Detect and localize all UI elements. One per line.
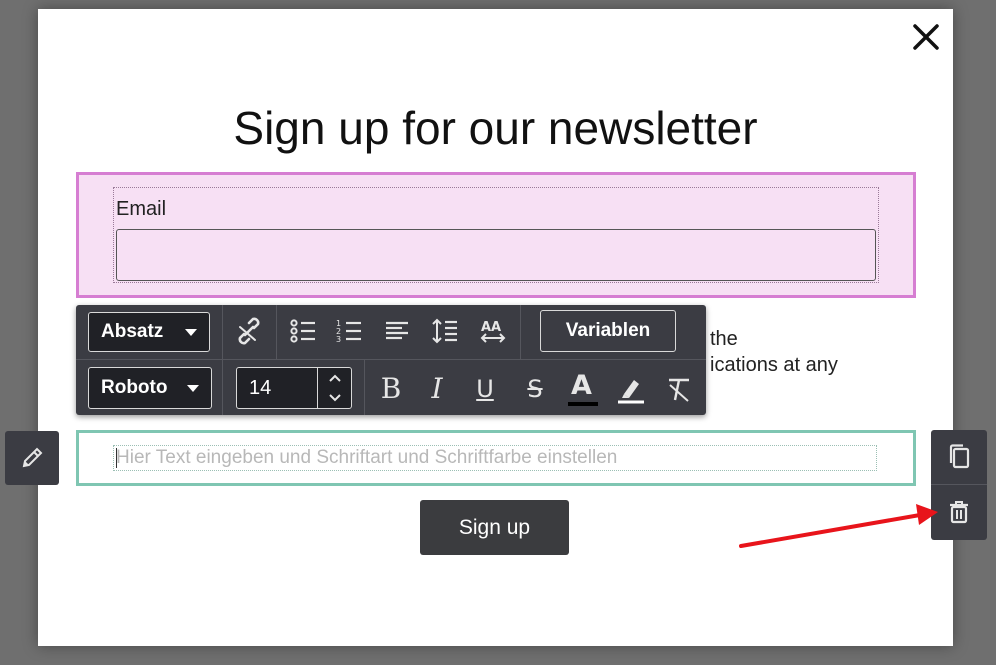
numbered-list-icon: 1 2 3 xyxy=(336,319,361,344)
font-size-control xyxy=(236,367,352,409)
email-label: Email xyxy=(116,198,167,220)
text-block[interactable] xyxy=(76,430,916,486)
bulleted-list-button[interactable] xyxy=(286,314,320,348)
chevron-up-icon xyxy=(329,374,341,382)
close-button[interactable] xyxy=(911,22,941,52)
text-color-icon: A xyxy=(566,370,600,406)
font-family-select[interactable]: Roboto xyxy=(88,367,212,409)
text-color-button[interactable]: A xyxy=(566,370,600,406)
consent-line-2: ications at any xyxy=(710,354,838,376)
toolbar-divider xyxy=(520,305,521,359)
text-input[interactable] xyxy=(114,446,876,470)
highlight-button[interactable] xyxy=(614,372,648,406)
clear-format-icon xyxy=(669,378,689,402)
chevron-down-icon xyxy=(185,329,197,336)
chevron-down-icon xyxy=(187,385,199,392)
font-family-value: Roboto xyxy=(101,377,168,398)
consent-text: the ications at any xyxy=(710,326,910,378)
chevron-down-icon xyxy=(329,394,341,402)
block-actions xyxy=(931,430,987,540)
text-field-wrapper xyxy=(113,445,877,471)
line-height-button[interactable] xyxy=(428,314,462,348)
email-field[interactable] xyxy=(116,229,876,281)
toolbar-divider xyxy=(276,305,277,359)
strikethrough-icon: S xyxy=(527,375,543,403)
toolbar-divider xyxy=(364,359,365,415)
font-size-stepper[interactable] xyxy=(317,368,352,408)
clear-format-button[interactable] xyxy=(662,372,696,406)
variables-button[interactable]: Variablen xyxy=(540,310,676,352)
email-field-wrapper: Email xyxy=(113,187,879,283)
numbered-list-button[interactable]: 1 2 3 xyxy=(332,314,366,348)
email-form-block[interactable]: Email xyxy=(76,172,916,298)
underline-icon: U xyxy=(476,375,494,403)
bulleted-list-icon xyxy=(290,319,315,343)
delete-block-button[interactable] xyxy=(931,485,987,539)
align-left-button[interactable] xyxy=(380,314,414,348)
toolbar-divider xyxy=(222,359,223,415)
letter-spacing-icon: AA xyxy=(480,320,506,343)
letter-spacing-button[interactable]: AA xyxy=(476,314,510,348)
font-size-input[interactable] xyxy=(237,368,317,408)
text-cursor xyxy=(116,448,117,468)
italic-icon: I xyxy=(431,372,443,405)
unlink-button[interactable] xyxy=(232,314,266,348)
text-color-swatch xyxy=(568,402,598,406)
paragraph-format-value: Absatz xyxy=(101,321,164,342)
svg-text:AA: AA xyxy=(481,320,501,335)
duplicate-block-button[interactable] xyxy=(931,430,987,484)
pencil-icon xyxy=(22,447,43,468)
svg-text:3: 3 xyxy=(336,335,341,344)
italic-button[interactable]: I xyxy=(420,372,454,406)
edit-block-button[interactable] xyxy=(5,431,59,485)
bold-button[interactable]: B xyxy=(374,372,408,406)
consent-line-1: the xyxy=(710,328,738,350)
sign-up-button[interactable]: Sign up xyxy=(420,500,569,555)
unlink-icon xyxy=(238,317,260,345)
text-color-glyph: A xyxy=(571,370,592,401)
align-left-icon xyxy=(386,321,408,340)
toolbar-divider xyxy=(222,305,223,359)
underline-button[interactable]: U xyxy=(468,372,502,406)
trash-icon xyxy=(950,501,968,524)
bold-icon: B xyxy=(380,372,402,405)
toolbar-row-divider xyxy=(76,359,706,360)
paragraph-format-select[interactable]: Absatz xyxy=(88,312,210,352)
copy-icon xyxy=(949,444,970,469)
highlight-icon xyxy=(618,380,644,404)
close-icon xyxy=(913,24,939,50)
page-title: Sign up for our newsletter xyxy=(233,102,758,154)
strikethrough-button[interactable]: S xyxy=(518,372,552,406)
line-height-icon xyxy=(432,318,457,344)
rich-text-toolbar: Absatz 1 2 3 AA Variablen Roboto 14 B I … xyxy=(76,305,706,415)
